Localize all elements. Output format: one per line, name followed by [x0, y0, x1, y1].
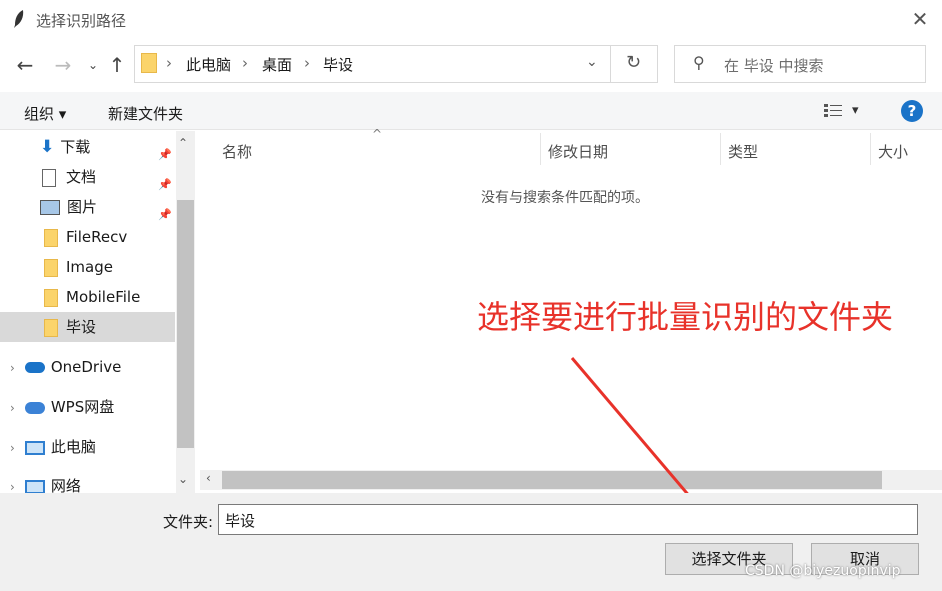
folder-icon [44, 258, 58, 277]
sidebar-item-label: 下载 [60, 138, 91, 156]
chevron-down-icon[interactable]: ⌄ [80, 52, 106, 78]
document-icon [42, 168, 56, 187]
scroll-down-icon[interactable]: ⌄ [178, 472, 188, 486]
sidebar-item-label: 图片 [67, 198, 98, 216]
sidebar-scrollbar-thumb[interactable] [177, 200, 194, 448]
sidebar-item-filerecv[interactable]: FileRecv [0, 222, 175, 252]
organize-button[interactable]: 组织 ▾ [24, 103, 66, 124]
title-bar [0, 0, 942, 38]
chevron-right-icon[interactable]: › [10, 401, 15, 415]
computer-icon [24, 440, 45, 455]
help-icon[interactable]: ? [901, 100, 923, 122]
breadcrumb-bishe[interactable]: 毕设 [323, 54, 353, 75]
refresh-icon[interactable]: ↻ [626, 52, 641, 73]
arrow-right-icon[interactable]: → [50, 52, 76, 78]
divider[interactable] [720, 133, 721, 165]
annotation-text: 选择要进行批量识别的文件夹 [477, 298, 894, 336]
sidebar-item-label: FileRecv [66, 228, 128, 246]
picture-icon [40, 200, 60, 215]
watermark: CSDN @biyezuopinvip [745, 563, 901, 579]
close-icon[interactable]: ✕ [906, 6, 934, 32]
divider [610, 45, 611, 83]
network-icon [24, 479, 45, 493]
sidebar-item-pictures[interactable]: 图片 📌 [0, 192, 175, 222]
sidebar-item-network[interactable]: › 网络 [0, 471, 175, 493]
sidebar-item-this-pc[interactable]: › 此电脑 [0, 432, 175, 462]
column-header-size[interactable]: 大小 [878, 141, 908, 162]
sidebar-item-bishe[interactable]: 毕设 [0, 312, 175, 342]
folder-label: 文件夹: [163, 513, 214, 531]
sidebar-item-onedrive[interactable]: › OneDrive [0, 352, 175, 382]
sidebar-item-label: 毕设 [66, 318, 97, 336]
sidebar-item-label: MobileFile [66, 288, 141, 306]
view-options-icon[interactable] [824, 103, 844, 119]
sidebar-item-mobilefile[interactable]: MobileFile [0, 282, 175, 312]
file-list-scrollbar-thumb[interactable] [222, 471, 882, 489]
sidebar-item-image[interactable]: Image [0, 252, 175, 282]
sidebar-item-label: OneDrive [50, 358, 122, 376]
sidebar-item-label: WPS网盘 [50, 398, 115, 416]
breadcrumb-this-pc[interactable]: 此电脑 [186, 54, 231, 75]
chevron-right-icon[interactable]: › [10, 441, 15, 455]
arrow-left-icon[interactable]: ← [12, 52, 38, 78]
scroll-left-icon[interactable]: ‹ [206, 471, 211, 485]
breadcrumb-separator: › [166, 54, 172, 72]
search-input[interactable]: 在 毕设 中搜索 [724, 55, 824, 76]
sidebar-item-label: Image [66, 258, 113, 276]
window-title: 选择识别路径 [36, 12, 127, 30]
feather-icon [14, 10, 24, 28]
breadcrumb-separator: › [304, 54, 310, 72]
folder-icon [141, 53, 157, 73]
view-dropdown-icon[interactable]: ▾ [852, 103, 859, 118]
chevron-right-icon[interactable]: › [10, 361, 15, 375]
sidebar-item-documents[interactable]: 文档 📌 [0, 162, 175, 192]
divider[interactable] [540, 133, 541, 165]
sidebar-item-label: 网络 [50, 477, 81, 493]
sidebar-item-label: 文档 [66, 168, 97, 186]
column-header-type[interactable]: 类型 [728, 141, 758, 162]
sidebar-item-label: 此电脑 [50, 438, 96, 456]
download-icon: ⬇ [40, 137, 55, 157]
search-icon: ⚲ [693, 53, 705, 72]
folder-icon [44, 318, 58, 337]
sort-ascending-icon: ^ [372, 127, 383, 141]
divider[interactable] [870, 133, 871, 165]
folder-name-input[interactable]: 毕设 [218, 504, 918, 535]
column-header-name[interactable]: 名称 [222, 141, 252, 162]
arrow-up-icon[interactable]: ↑ [104, 52, 130, 78]
sidebar-item-downloads[interactable]: ⬇ 下载 📌 [0, 132, 175, 162]
folder-icon [44, 288, 58, 307]
cloud-icon [24, 401, 45, 414]
empty-message: 没有与搜索条件匹配的项。 [481, 190, 649, 206]
folder-icon [44, 228, 58, 247]
breadcrumb-separator: › [242, 54, 248, 72]
cloud-icon [24, 362, 45, 373]
chevron-right-icon[interactable]: › [10, 480, 15, 493]
new-folder-button[interactable]: 新建文件夹 [108, 103, 183, 124]
column-header-modified[interactable]: 修改日期 [548, 141, 608, 162]
address-dropdown-icon[interactable]: ⌄ [586, 54, 598, 70]
sidebar-item-wps-cloud[interactable]: › WPS网盘 [0, 392, 175, 422]
breadcrumb-desktop[interactable]: 桌面 [262, 54, 292, 75]
scroll-up-icon[interactable]: ⌃ [178, 136, 188, 150]
